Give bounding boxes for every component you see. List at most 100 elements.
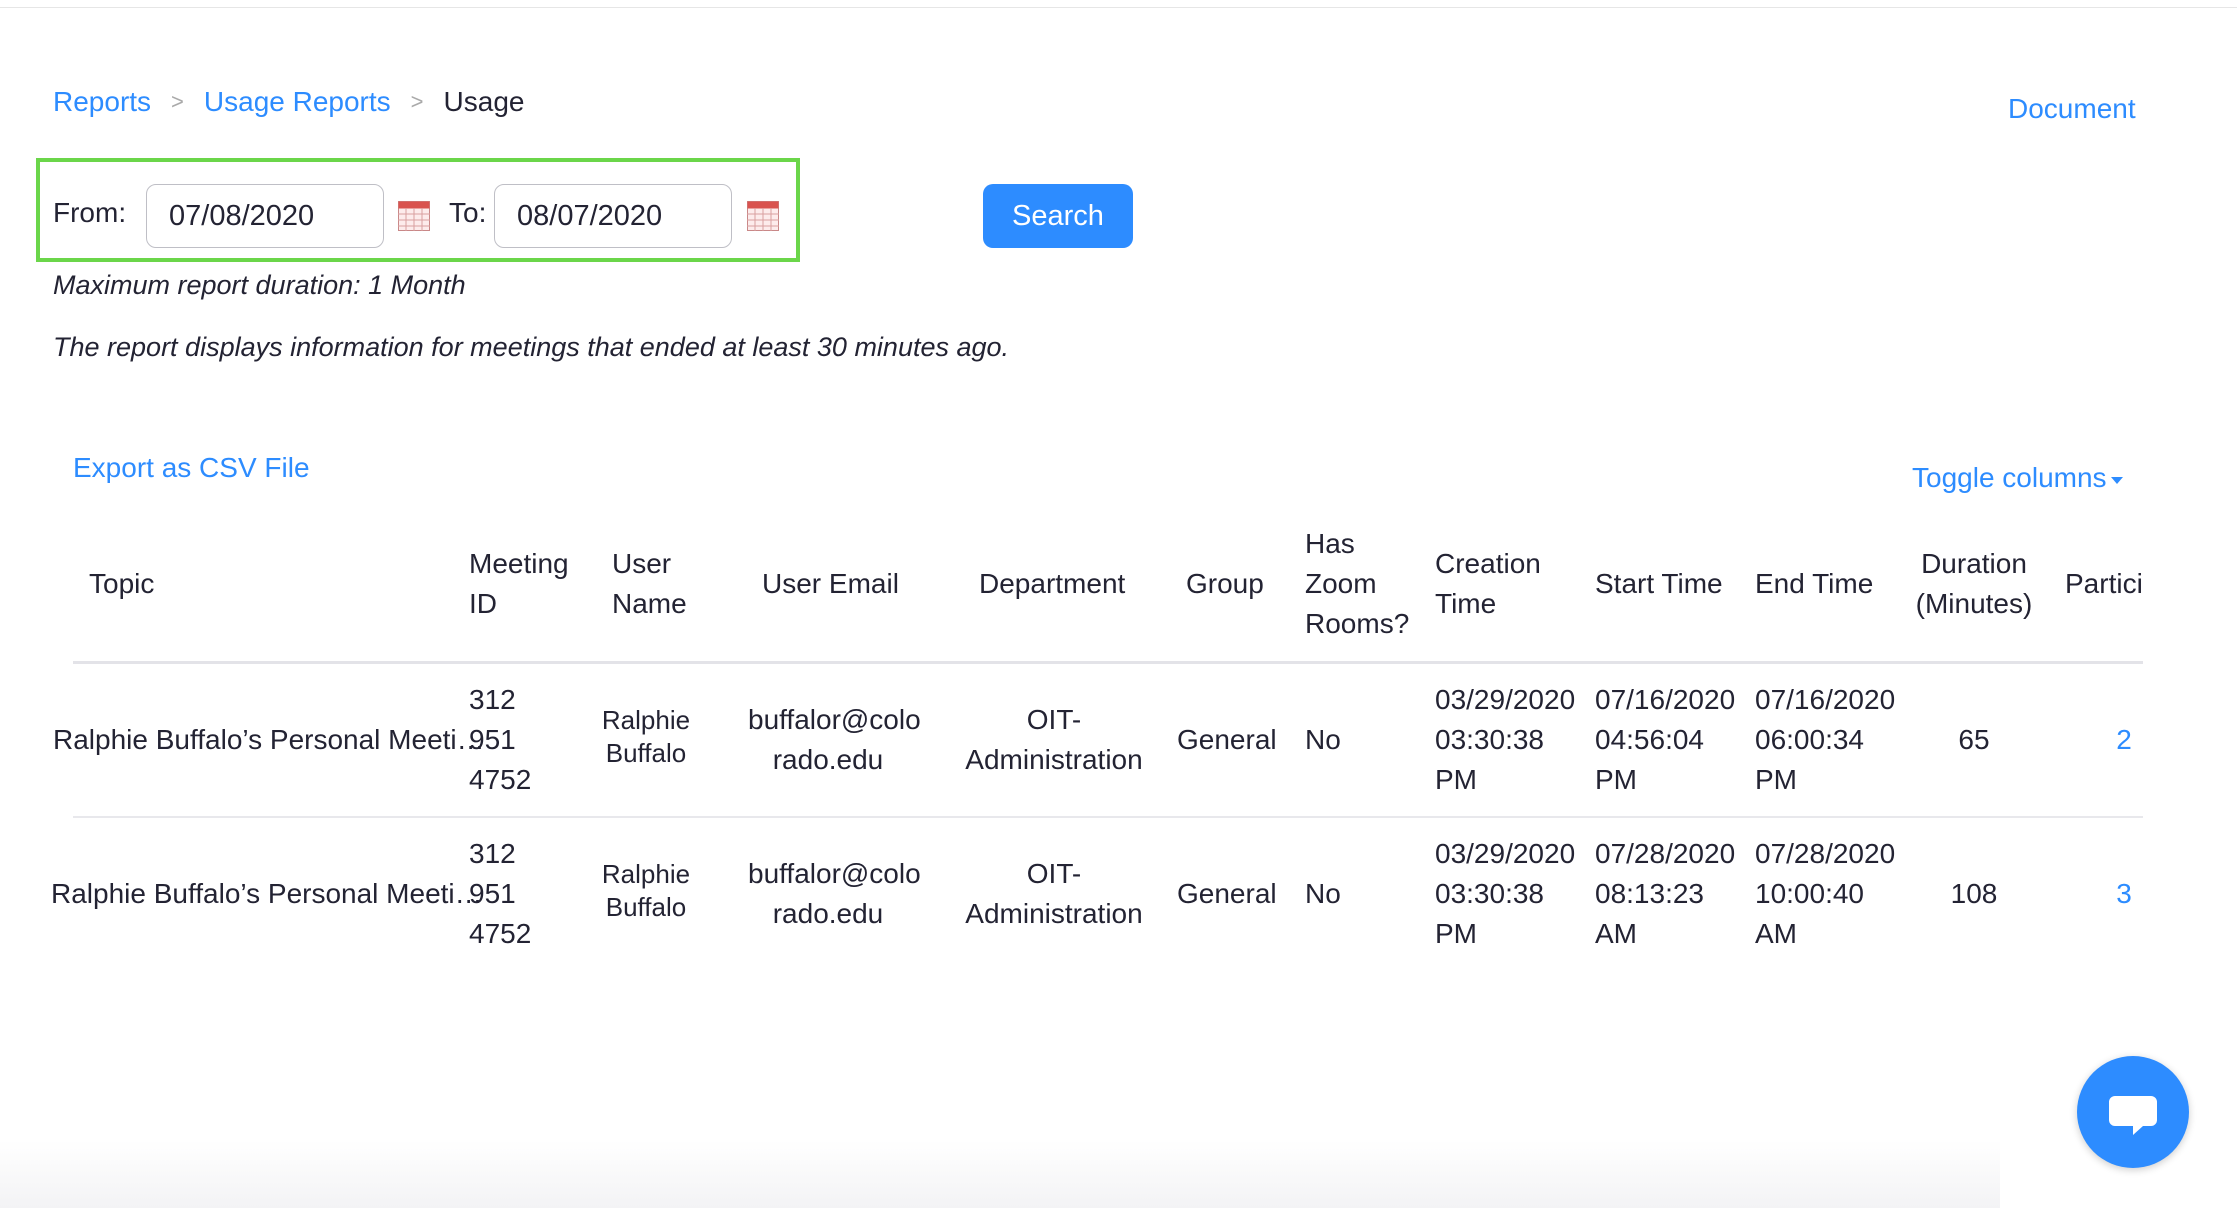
row-divider: [73, 816, 2143, 818]
header-line: Duration: [1921, 548, 2027, 579]
row1-start-time: 07/16/2020 04:56:04 PM: [1595, 680, 1735, 800]
header-start-time[interactable]: Start Time: [1595, 564, 1723, 604]
breadcrumb-usage-reports-link[interactable]: Usage Reports: [204, 86, 391, 118]
header-divider: [73, 661, 2143, 664]
header-has-zoom-rooms[interactable]: Has Zoom Rooms?: [1305, 524, 1409, 644]
cell-line: 03/29/2020: [1435, 684, 1576, 715]
cell-line: 06:00:34: [1755, 724, 1864, 755]
row1-user-name: Ralphie Buffalo: [586, 704, 706, 770]
row1-end-time: 07/16/2020 06:00:34 PM: [1755, 680, 1895, 800]
breadcrumb-separator: >: [410, 89, 424, 114]
cell-line: Buffalo: [605, 892, 687, 922]
cell-line: 951: [469, 878, 516, 909]
cell-line: PM: [1595, 764, 1637, 795]
cell-line: rado.edu: [772, 744, 884, 775]
breadcrumb-separator: >: [171, 89, 184, 114]
chat-bubble-icon: [2109, 1096, 2157, 1135]
header-line: ID: [469, 588, 497, 619]
header-participants[interactable]: Partici: [2065, 564, 2143, 604]
cell-line: 04:56:04: [1595, 724, 1704, 755]
cell-line: 4752: [469, 764, 532, 795]
cell-line: rado.edu: [772, 898, 884, 929]
cell-line: 03/29/2020: [1435, 838, 1576, 869]
export-csv-link[interactable]: Export as CSV File: [73, 452, 310, 484]
cell-line: 03:30:38: [1435, 878, 1544, 909]
row2-topic: Ralphie Buffalo’s Personal Meeti…: [51, 878, 483, 909]
row1-participants-link[interactable]: 2: [2100, 720, 2145, 760]
from-label: From:: [53, 197, 127, 228]
cell-line: PM: [1755, 764, 1797, 795]
cell-line: Administration: [965, 744, 1143, 775]
header-line: Meeting: [469, 548, 569, 579]
cell-line: 07/28/2020: [1595, 838, 1736, 869]
cell-line: Ralphie: [601, 859, 691, 889]
row1-topic: Ralphie Buffalo’s Personal Meeti…: [53, 724, 485, 755]
cell-line: AM: [1595, 918, 1637, 949]
header-user-email[interactable]: User Email: [762, 564, 899, 604]
cell-line: 312: [469, 838, 516, 869]
header-user-name[interactable]: User Name: [612, 544, 687, 624]
cell-line: 03:30:38: [1435, 724, 1544, 755]
caret-down-icon: [2110, 476, 2123, 484]
header-line: Creation: [1435, 548, 1541, 579]
header-creation-time[interactable]: Creation Time: [1435, 544, 1541, 624]
cell-line: buffalor@colo: [748, 858, 921, 889]
toggle-columns-dropdown[interactable]: Toggle columns: [1912, 462, 2123, 494]
header-line: User: [612, 548, 672, 579]
cell-line: Ralphie: [601, 705, 691, 735]
cell-line: 951: [469, 724, 516, 755]
row1-has-zoom-rooms: No: [1305, 724, 1341, 755]
row2-meeting-id: 312 951 4752: [469, 834, 531, 954]
cell-line: 07/28/2020: [1755, 838, 1896, 869]
row1-meeting-id: 312 951 4752: [469, 680, 531, 800]
row1-department: OIT- Administration: [950, 700, 1158, 780]
cell-line: PM: [1435, 764, 1477, 795]
header-department[interactable]: Department: [979, 564, 1125, 604]
row1-duration: 65: [1958, 724, 1990, 755]
row2-group: General: [1177, 878, 1277, 909]
cell-line: 08:13:23: [1595, 878, 1704, 909]
calendar-icon[interactable]: [747, 201, 779, 231]
header-line: Name: [612, 588, 687, 619]
cell-line: Administration: [965, 898, 1143, 929]
header-line: Zoom: [1305, 568, 1377, 599]
breadcrumb: Reports > Usage Reports > Usage: [53, 86, 524, 118]
cell-line: 07/16/2020: [1755, 684, 1896, 715]
row1-user-email: buffalor@colo rado.edu: [748, 700, 921, 780]
row1-creation-time: 03/29/2020 03:30:38 PM: [1435, 680, 1575, 800]
calendar-icon[interactable]: [398, 201, 430, 231]
search-button[interactable]: Search: [983, 184, 1133, 248]
chat-button[interactable]: [2077, 1056, 2189, 1168]
cell-line: buffalor@colo: [748, 704, 921, 735]
toggle-columns-label[interactable]: Toggle columns: [1912, 462, 2107, 494]
header-line: Time: [1435, 588, 1497, 619]
cell-line: AM: [1755, 918, 1797, 949]
row2-user-email: buffalor@colo rado.edu: [748, 854, 921, 934]
header-topic[interactable]: Topic: [89, 564, 154, 604]
header-line: Has: [1305, 528, 1355, 559]
breadcrumb-reports-link[interactable]: Reports: [53, 86, 151, 118]
to-date-input[interactable]: [494, 184, 732, 248]
row2-participants-link[interactable]: 3: [2100, 874, 2145, 914]
row2-end-time: 07/28/2020 10:00:40 AM: [1755, 834, 1895, 954]
bottom-shadow: [0, 1140, 2000, 1208]
header-line: (Minutes): [1915, 588, 2033, 619]
cell-line: OIT-: [1026, 704, 1082, 735]
top-divider: [0, 0, 2237, 8]
document-link[interactable]: Document: [2008, 93, 2136, 125]
header-duration[interactable]: Duration (Minutes): [1912, 544, 2036, 624]
cell-line: 4752: [469, 918, 532, 949]
from-date-input[interactable]: [146, 184, 384, 248]
usage-table: Topic Meeting ID User Name User Email De…: [0, 500, 2145, 1000]
to-label: To:: [449, 197, 487, 228]
header-meeting-id[interactable]: Meeting ID: [469, 544, 569, 624]
header-group[interactable]: Group: [1186, 564, 1264, 604]
cell-line: 07/16/2020: [1595, 684, 1736, 715]
cell-line: Buffalo: [605, 738, 687, 768]
breadcrumb-current: Usage: [443, 86, 525, 117]
cell-line: PM: [1435, 918, 1477, 949]
report-info-note: The report displays information for meet…: [53, 332, 1010, 362]
header-end-time[interactable]: End Time: [1755, 564, 1873, 604]
cell-line: 312: [469, 684, 516, 715]
row2-creation-time: 03/29/2020 03:30:38 PM: [1435, 834, 1575, 954]
